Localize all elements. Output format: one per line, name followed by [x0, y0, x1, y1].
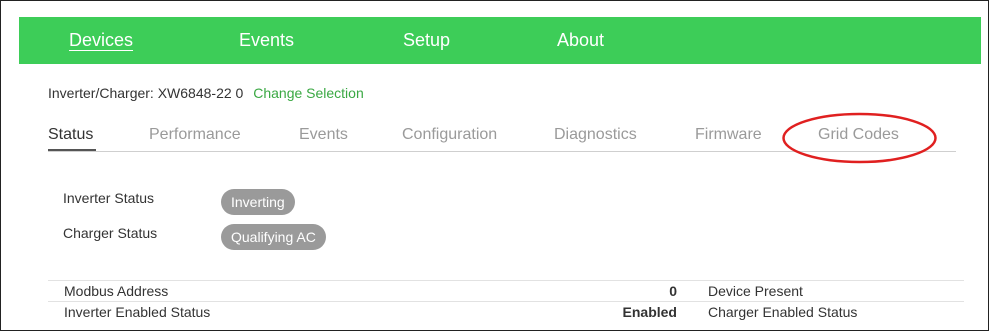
nav-about[interactable]: About — [557, 30, 604, 51]
inverter-enabled-value: Enabled — [622, 304, 677, 320]
nav-devices[interactable]: Devices — [69, 30, 133, 51]
modbus-address-value: 0 — [669, 283, 677, 299]
charger-status-badge: Qualifying AC — [221, 224, 326, 250]
tab-firmware[interactable]: Firmware — [695, 126, 762, 144]
tab-status[interactable]: Status — [48, 126, 93, 144]
inverter-status-badge: Inverting — [221, 189, 295, 215]
tab-diagnostics[interactable]: Diagnostics — [554, 126, 637, 144]
change-selection-link[interactable]: Change Selection — [253, 85, 364, 101]
active-tab-indicator — [48, 149, 96, 151]
tab-grid-codes[interactable]: Grid Codes — [818, 126, 899, 144]
tab-events[interactable]: Events — [299, 126, 348, 144]
nav-events[interactable]: Events — [239, 30, 294, 51]
tab-performance[interactable]: Performance — [149, 126, 241, 144]
modbus-address-label: Modbus Address — [64, 283, 169, 299]
table-row: Modbus Address 0 Device Present — [48, 280, 964, 301]
device-present-label: Device Present — [708, 283, 803, 299]
top-nav-bar: Devices Events Setup About — [19, 17, 981, 64]
inverter-status-label: Inverter Status — [63, 190, 155, 206]
device-selection: Inverter/Charger: XW6848-22 0 Change Sel… — [48, 85, 364, 101]
device-tabs: Status Performance Events Configuration … — [48, 125, 956, 152]
tab-configuration[interactable]: Configuration — [402, 126, 497, 144]
charger-enabled-label: Charger Enabled Status — [708, 304, 858, 320]
inverter-enabled-label: Inverter Enabled Status — [64, 304, 211, 320]
nav-setup[interactable]: Setup — [403, 30, 450, 51]
charger-status-label: Charger Status — [63, 225, 158, 241]
device-selection-text: Inverter/Charger: XW6848-22 0 — [48, 85, 244, 101]
table-row: Inverter Enabled Status Enabled Charger … — [48, 301, 964, 322]
app-frame: Devices Events Setup About Inverter/Char… — [0, 0, 989, 331]
